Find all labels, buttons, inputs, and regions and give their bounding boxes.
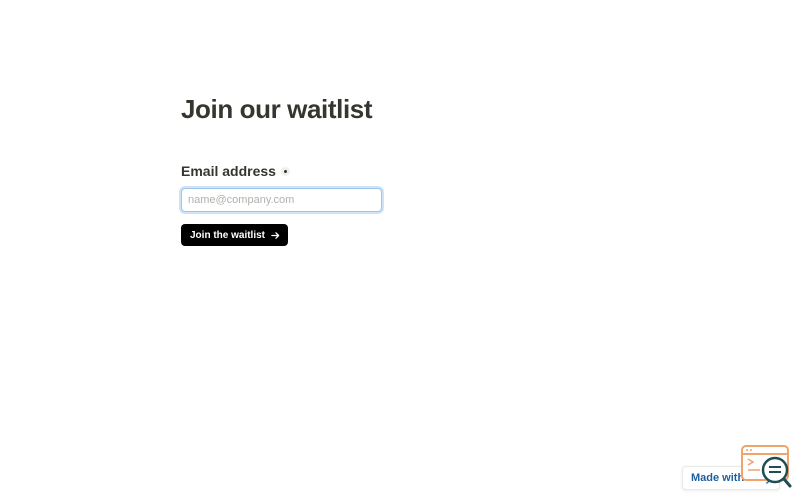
magnifier-icon[interactable] — [740, 444, 792, 490]
waitlist-page: Join our waitlist Email address Join the… — [0, 0, 800, 500]
arrow-right-icon — [271, 231, 280, 240]
waitlist-form: Join our waitlist Email address Join the… — [181, 92, 401, 246]
email-label: Email address — [181, 163, 276, 179]
required-dot-icon — [280, 166, 290, 176]
page-title: Join our waitlist — [181, 94, 373, 124]
join-waitlist-button-label: Join the waitlist — [190, 229, 266, 241]
email-label-row: Email address — [181, 162, 401, 180]
email-input[interactable] — [181, 188, 382, 212]
email-field-group: Email address — [181, 162, 401, 212]
join-waitlist-button[interactable]: Join the waitlist — [181, 224, 289, 246]
